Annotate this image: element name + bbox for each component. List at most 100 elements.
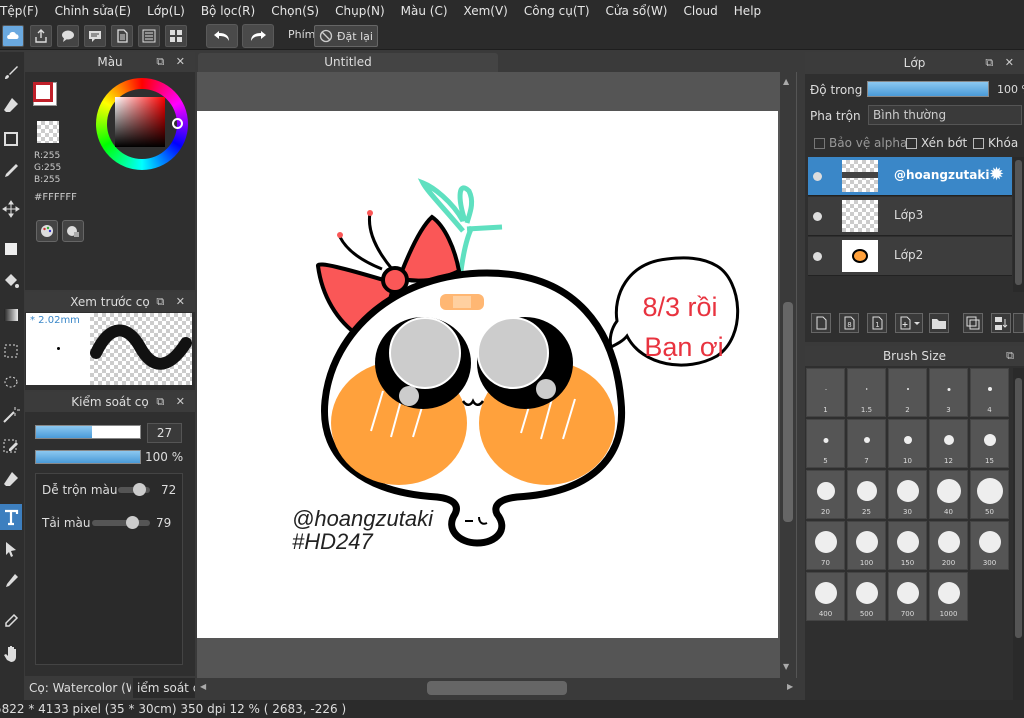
load-slider-knob[interactable] bbox=[126, 516, 139, 529]
pen-tool[interactable] bbox=[0, 158, 22, 184]
text-tool[interactable] bbox=[0, 504, 22, 530]
operation-tool[interactable] bbox=[0, 536, 22, 562]
clipping-checkbox[interactable]: Xén bớt bbox=[906, 136, 967, 150]
layer-row[interactable]: @hoangzutaki ✹ bbox=[808, 157, 1012, 196]
new-layer-button[interactable] bbox=[811, 313, 831, 333]
hue-marker[interactable] bbox=[172, 118, 183, 129]
layer-opacity-slider[interactable] bbox=[867, 81, 989, 97]
panel-popout-icon[interactable]: ⧉ bbox=[1006, 346, 1018, 366]
magic-wand-tool[interactable] bbox=[0, 402, 22, 428]
transparent-swatch[interactable] bbox=[37, 121, 59, 143]
blend-slider-knob[interactable] bbox=[133, 483, 146, 496]
menu-color[interactable]: Màu (C) bbox=[393, 0, 456, 22]
lasso-tool[interactable] bbox=[0, 370, 22, 396]
marquee-tool[interactable] bbox=[0, 338, 22, 364]
brush-size-cell[interactable]: 1.5 bbox=[847, 368, 886, 417]
brush-size-cell[interactable]: 500 bbox=[847, 572, 886, 621]
redo-button[interactable] bbox=[242, 24, 274, 48]
gradient-tool[interactable] bbox=[0, 302, 22, 328]
eraser-tool[interactable] bbox=[0, 92, 22, 118]
panel-popout-icon[interactable]: ⧉ ✕ bbox=[156, 392, 189, 412]
select-pen-tool[interactable] bbox=[0, 434, 22, 460]
panel-popout-icon[interactable]: ⧉ ✕ bbox=[156, 292, 189, 312]
protect-alpha-checkbox[interactable]: Bảo vệ alpha bbox=[814, 136, 907, 150]
tab-brush-control[interactable]: iểm soát c bbox=[133, 678, 195, 698]
vertical-scroll-thumb[interactable] bbox=[783, 302, 793, 522]
color-palette-button[interactable] bbox=[36, 220, 58, 242]
brush-opacity-slider[interactable] bbox=[35, 450, 141, 464]
menu-capture[interactable]: Chụp(N) bbox=[327, 0, 393, 22]
brush-size-cell[interactable]: 1 bbox=[806, 368, 845, 417]
brush-tool[interactable] bbox=[0, 60, 22, 86]
hue-wheel[interactable] bbox=[96, 78, 188, 170]
add-layer-menu-button[interactable] bbox=[895, 313, 923, 333]
brush-size-cell[interactable]: 12 bbox=[929, 419, 968, 468]
rect-tool[interactable] bbox=[0, 126, 22, 152]
lock-checkbox[interactable]: Khóa bbox=[973, 136, 1018, 150]
menu-help[interactable]: Help bbox=[726, 0, 769, 22]
dropper-tool[interactable] bbox=[0, 608, 22, 634]
brush-size-cell[interactable]: 40 bbox=[929, 470, 968, 519]
primary-color-swatch[interactable] bbox=[33, 82, 53, 102]
brush-size-cell[interactable]: 150 bbox=[888, 521, 927, 570]
menu-select[interactable]: Chọn(S) bbox=[263, 0, 327, 22]
brush-size-cell[interactable]: 700 bbox=[888, 572, 927, 621]
brush-size-cell[interactable]: 100 bbox=[847, 521, 886, 570]
brush-size-cell[interactable]: 4 bbox=[970, 368, 1009, 417]
hand-tool[interactable] bbox=[0, 640, 22, 666]
cloud-sync-button[interactable] bbox=[2, 25, 24, 47]
layer-blend-select[interactable]: Bình thường bbox=[868, 105, 1022, 125]
comment-button[interactable] bbox=[57, 25, 79, 47]
menu-tools[interactable]: Công cụ(T) bbox=[516, 0, 598, 22]
gear-icon[interactable]: ✹ bbox=[989, 165, 1004, 185]
share-button[interactable] bbox=[30, 25, 52, 47]
merge-layer-button[interactable] bbox=[991, 313, 1011, 333]
brush-size-cell[interactable]: 30 bbox=[888, 470, 927, 519]
brush-size-cell[interactable]: 2 bbox=[888, 368, 927, 417]
layer-row[interactable]: Lớp2 bbox=[808, 237, 1012, 276]
scroll-left-icon[interactable]: ◀ bbox=[200, 682, 206, 691]
new-folder-button[interactable] bbox=[929, 313, 949, 333]
list-button[interactable] bbox=[138, 25, 160, 47]
document-button[interactable] bbox=[111, 25, 133, 47]
panel-popout-icon[interactable]: ⧉ ✕ bbox=[985, 52, 1018, 74]
brush-size-cell[interactable]: 20 bbox=[806, 470, 845, 519]
fill-rect-tool[interactable] bbox=[0, 236, 22, 262]
drawing-canvas[interactable]: 8/3 rồi Bạn ơi @hoangzutaki #HD247 bbox=[197, 111, 778, 638]
brush-size-cell[interactable]: 7 bbox=[847, 419, 886, 468]
menu-file[interactable]: Tệp(F) bbox=[0, 0, 47, 22]
menu-view[interactable]: Xem(V) bbox=[456, 0, 516, 22]
bucket-tool[interactable] bbox=[0, 268, 22, 294]
visibility-eye-icon[interactable] bbox=[813, 172, 822, 181]
brush-size-cell[interactable]: 3 bbox=[929, 368, 968, 417]
brush-size-cell[interactable]: 400 bbox=[806, 572, 845, 621]
brush-size-cell[interactable]: 200 bbox=[929, 521, 968, 570]
new-halftone-layer-button[interactable]: 8 bbox=[839, 313, 859, 333]
menu-edit[interactable]: Chỉnh sửa(E) bbox=[47, 0, 140, 22]
horizontal-scroll-thumb[interactable] bbox=[427, 681, 567, 695]
move-tool[interactable] bbox=[0, 196, 22, 222]
brush-size-slider[interactable] bbox=[35, 425, 141, 439]
layer-row[interactable]: Lớp3 bbox=[808, 197, 1012, 236]
brush-size-input[interactable]: 27 bbox=[147, 423, 182, 443]
scroll-right-icon[interactable]: ▶ bbox=[787, 682, 793, 691]
brush-size-cell[interactable]: 5 bbox=[806, 419, 845, 468]
brush-size-cell[interactable]: 70 bbox=[806, 521, 845, 570]
scroll-down-icon[interactable]: ▼ bbox=[783, 662, 789, 671]
brush-size-scrollbar[interactable] bbox=[1013, 368, 1024, 700]
reset-button[interactable]: Đặt lại bbox=[314, 25, 378, 47]
saturation-square[interactable] bbox=[115, 97, 165, 147]
grid-button[interactable] bbox=[165, 25, 187, 47]
panel-popout-icon[interactable]: ⧉ ✕ bbox=[156, 52, 189, 72]
select-eraser-tool[interactable] bbox=[0, 466, 22, 492]
horizontal-scrollbar[interactable]: ◀ ▶ bbox=[197, 678, 797, 698]
new-1bit-layer-button[interactable]: 1 bbox=[867, 313, 887, 333]
menu-cloud[interactable]: Cloud bbox=[676, 0, 726, 22]
message-button[interactable] bbox=[84, 25, 106, 47]
menu-window[interactable]: Cửa sổ(W) bbox=[598, 0, 676, 22]
visibility-eye-icon[interactable] bbox=[813, 252, 822, 261]
document-tab[interactable]: Untitled bbox=[198, 53, 498, 72]
tab-brush[interactable]: Cọ: Watercolor (W... bbox=[25, 678, 131, 698]
color-history-button[interactable] bbox=[62, 220, 84, 242]
brush-size-cell[interactable]: 1000 bbox=[929, 572, 968, 621]
